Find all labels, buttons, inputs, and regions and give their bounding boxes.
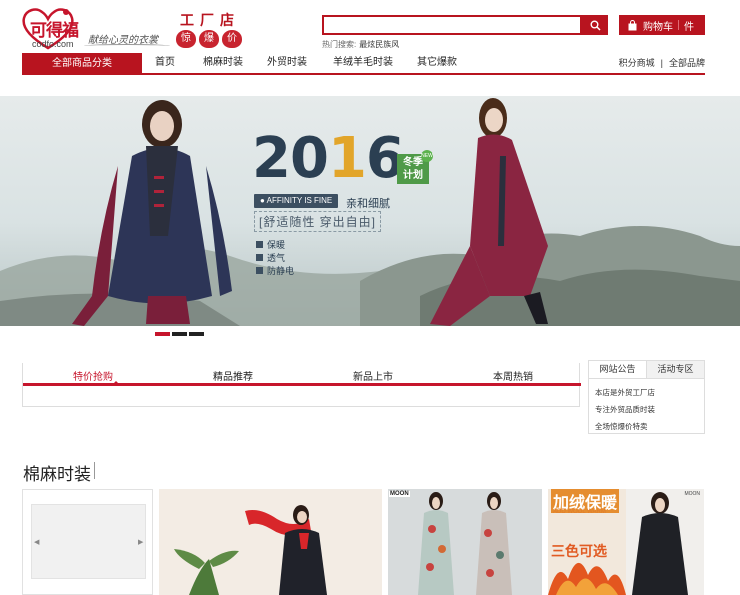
hot-search-keyword[interactable]: 最炫民族风 bbox=[359, 40, 399, 49]
logo-name: 可得福 bbox=[30, 21, 79, 41]
tab-row: 特价抢购 精品推荐 新品上市 本周热销 bbox=[23, 363, 581, 386]
search-input[interactable] bbox=[322, 15, 582, 35]
header: 可得福 codfo.com 献给心灵的衣裳 工厂店 惊 爆 价 热门搜索: 最炫民… bbox=[0, 0, 740, 52]
feature-label: 保暖 bbox=[267, 240, 286, 250]
year-digit: 1 bbox=[327, 126, 367, 191]
notice-tabs: 网站公告 活动专区 bbox=[589, 361, 704, 379]
section-divider bbox=[94, 462, 95, 479]
section-title: 棉麻时装 bbox=[23, 465, 91, 485]
square-bullet-icon bbox=[256, 267, 263, 274]
product-image-linen[interactable] bbox=[159, 489, 382, 595]
tab-promotions[interactable]: 活动专区 bbox=[647, 361, 704, 378]
nav-right-links: 积分商城 | 全部品牌 bbox=[619, 53, 705, 73]
shopping-bag-icon bbox=[628, 19, 637, 30]
factory-store-badge[interactable]: 工厂店 惊 爆 价 bbox=[174, 10, 242, 48]
page: 可得福 codfo.com 献给心灵的衣裳 工厂店 惊 爆 价 热门搜索: 最炫民… bbox=[0, 0, 740, 595]
all-brands-link[interactable]: 全部品牌 bbox=[669, 53, 705, 73]
factory-tags: 惊 爆 价 bbox=[176, 30, 242, 48]
tab-flash-sale[interactable]: 特价抢购 bbox=[73, 368, 113, 383]
slider-dot[interactable] bbox=[172, 332, 187, 336]
slider-indicators bbox=[155, 332, 204, 336]
logo-domain: codfo.com bbox=[32, 39, 74, 49]
nav-item-home[interactable]: 首页 bbox=[155, 53, 175, 73]
product-image-qipao[interactable]: MOON bbox=[388, 489, 542, 595]
tagline-en: ● AFFINITY IS FINE bbox=[254, 194, 339, 208]
slider-dot[interactable] bbox=[189, 332, 204, 336]
feature-item: 透气 bbox=[256, 251, 285, 264]
product-photo bbox=[174, 505, 327, 595]
notice-item[interactable]: 本店是外贸工厂店 bbox=[595, 384, 698, 401]
all-categories-button[interactable]: 全部商品分类 bbox=[22, 53, 142, 75]
carousel-image bbox=[31, 504, 146, 579]
banner-phrase: [舒适随性 穿出自由] bbox=[254, 211, 382, 232]
cart-count-unit: 件 bbox=[684, 21, 694, 33]
feature-label: 透气 bbox=[267, 253, 286, 263]
promo-tabs: 特价抢购 精品推荐 新品上市 本周热销 bbox=[22, 363, 581, 407]
product-photo bbox=[418, 492, 512, 595]
product-image-warm[interactable]: 加绒保暖 ADD WOOL WARM 三色可选 MOON bbox=[548, 489, 704, 595]
nav-item-linen[interactable]: 棉麻时装 bbox=[203, 53, 243, 73]
notice-panel: 网站公告 活动专区 本店是外贸工厂店 专注外贸品质时装 全场惊爆价特卖 bbox=[588, 360, 705, 434]
chevron-left-icon[interactable]: ◀ bbox=[34, 538, 39, 546]
warm-colors: 三色可选 bbox=[551, 543, 607, 559]
notice-list: 本店是外贸工厂店 专注外贸品质时装 全场惊爆价特卖 bbox=[589, 379, 704, 440]
search-icon bbox=[590, 20, 601, 31]
tab-new-arrivals[interactable]: 新品上市 bbox=[353, 368, 393, 383]
tab-weekly-hot[interactable]: 本周热销 bbox=[493, 368, 533, 383]
points-mall-link[interactable]: 积分商城 bbox=[619, 53, 655, 73]
notice-item[interactable]: 全场惊爆价特卖 bbox=[595, 418, 698, 435]
nav-item-export[interactable]: 外贸时装 bbox=[267, 53, 307, 73]
nav-divider: | bbox=[660, 58, 663, 68]
brand-tag-small: MOON bbox=[684, 491, 700, 497]
nav-item-other[interactable]: 其它爆款 bbox=[417, 53, 457, 73]
banner-year: 2016 bbox=[252, 126, 405, 191]
hero-banner[interactable]: 2016 冬季 计划 NEW ● AFFINITY IS FINE 亲和细腻 [… bbox=[0, 96, 740, 326]
active-tab-arrow-icon bbox=[111, 381, 121, 386]
slider-dot[interactable] bbox=[155, 332, 170, 336]
hot-search: 热门搜索: 最炫民族风 bbox=[322, 39, 399, 50]
feature-label: 防静电 bbox=[267, 266, 295, 276]
notice-item[interactable]: 专注外贸品质时装 bbox=[595, 401, 698, 418]
year-digit: 2 bbox=[252, 126, 291, 191]
hot-search-label: 热门搜索: bbox=[322, 40, 357, 49]
factory-tag: 爆 bbox=[199, 30, 219, 48]
season-line: 计划 bbox=[403, 170, 423, 181]
factory-tag: 价 bbox=[222, 30, 242, 48]
product-carousel[interactable]: ◀ ▶ bbox=[22, 489, 153, 595]
brand-tag: MOON bbox=[389, 491, 410, 497]
tab-featured[interactable]: 精品推荐 bbox=[213, 368, 253, 383]
chevron-right-icon[interactable]: ▶ bbox=[138, 538, 143, 546]
cart-label: 购物车 bbox=[643, 21, 673, 33]
search-button[interactable] bbox=[582, 15, 608, 35]
main-nav: 全部商品分类 首页 棉麻时装 外贸时装 羊绒羊毛时装 其它爆款 积分商城 | 全… bbox=[22, 53, 705, 75]
warm-subtitle: ADD WOOL WARM bbox=[553, 509, 606, 515]
year-digit: 0 bbox=[289, 126, 329, 191]
slogan-swoosh bbox=[84, 44, 170, 48]
tab-announcements[interactable]: 网站公告 bbox=[589, 361, 647, 378]
cart-button[interactable]: 购物车 件 bbox=[619, 15, 705, 35]
tagline-cn: 亲和细腻 bbox=[346, 198, 390, 210]
site-logo[interactable]: 可得福 codfo.com 献给心灵的衣裳 bbox=[20, 6, 170, 50]
factory-tag: 惊 bbox=[176, 30, 196, 48]
factory-title: 工厂店 bbox=[180, 13, 240, 29]
cart-divider bbox=[678, 20, 679, 30]
square-bullet-icon bbox=[256, 241, 263, 248]
nav-item-cashmere[interactable]: 羊绒羊毛时装 bbox=[333, 53, 393, 73]
feature-item: 保暖 bbox=[256, 238, 285, 251]
square-bullet-icon bbox=[256, 254, 263, 261]
feature-item: 防静电 bbox=[256, 264, 294, 277]
new-badge: NEW bbox=[421, 150, 433, 162]
